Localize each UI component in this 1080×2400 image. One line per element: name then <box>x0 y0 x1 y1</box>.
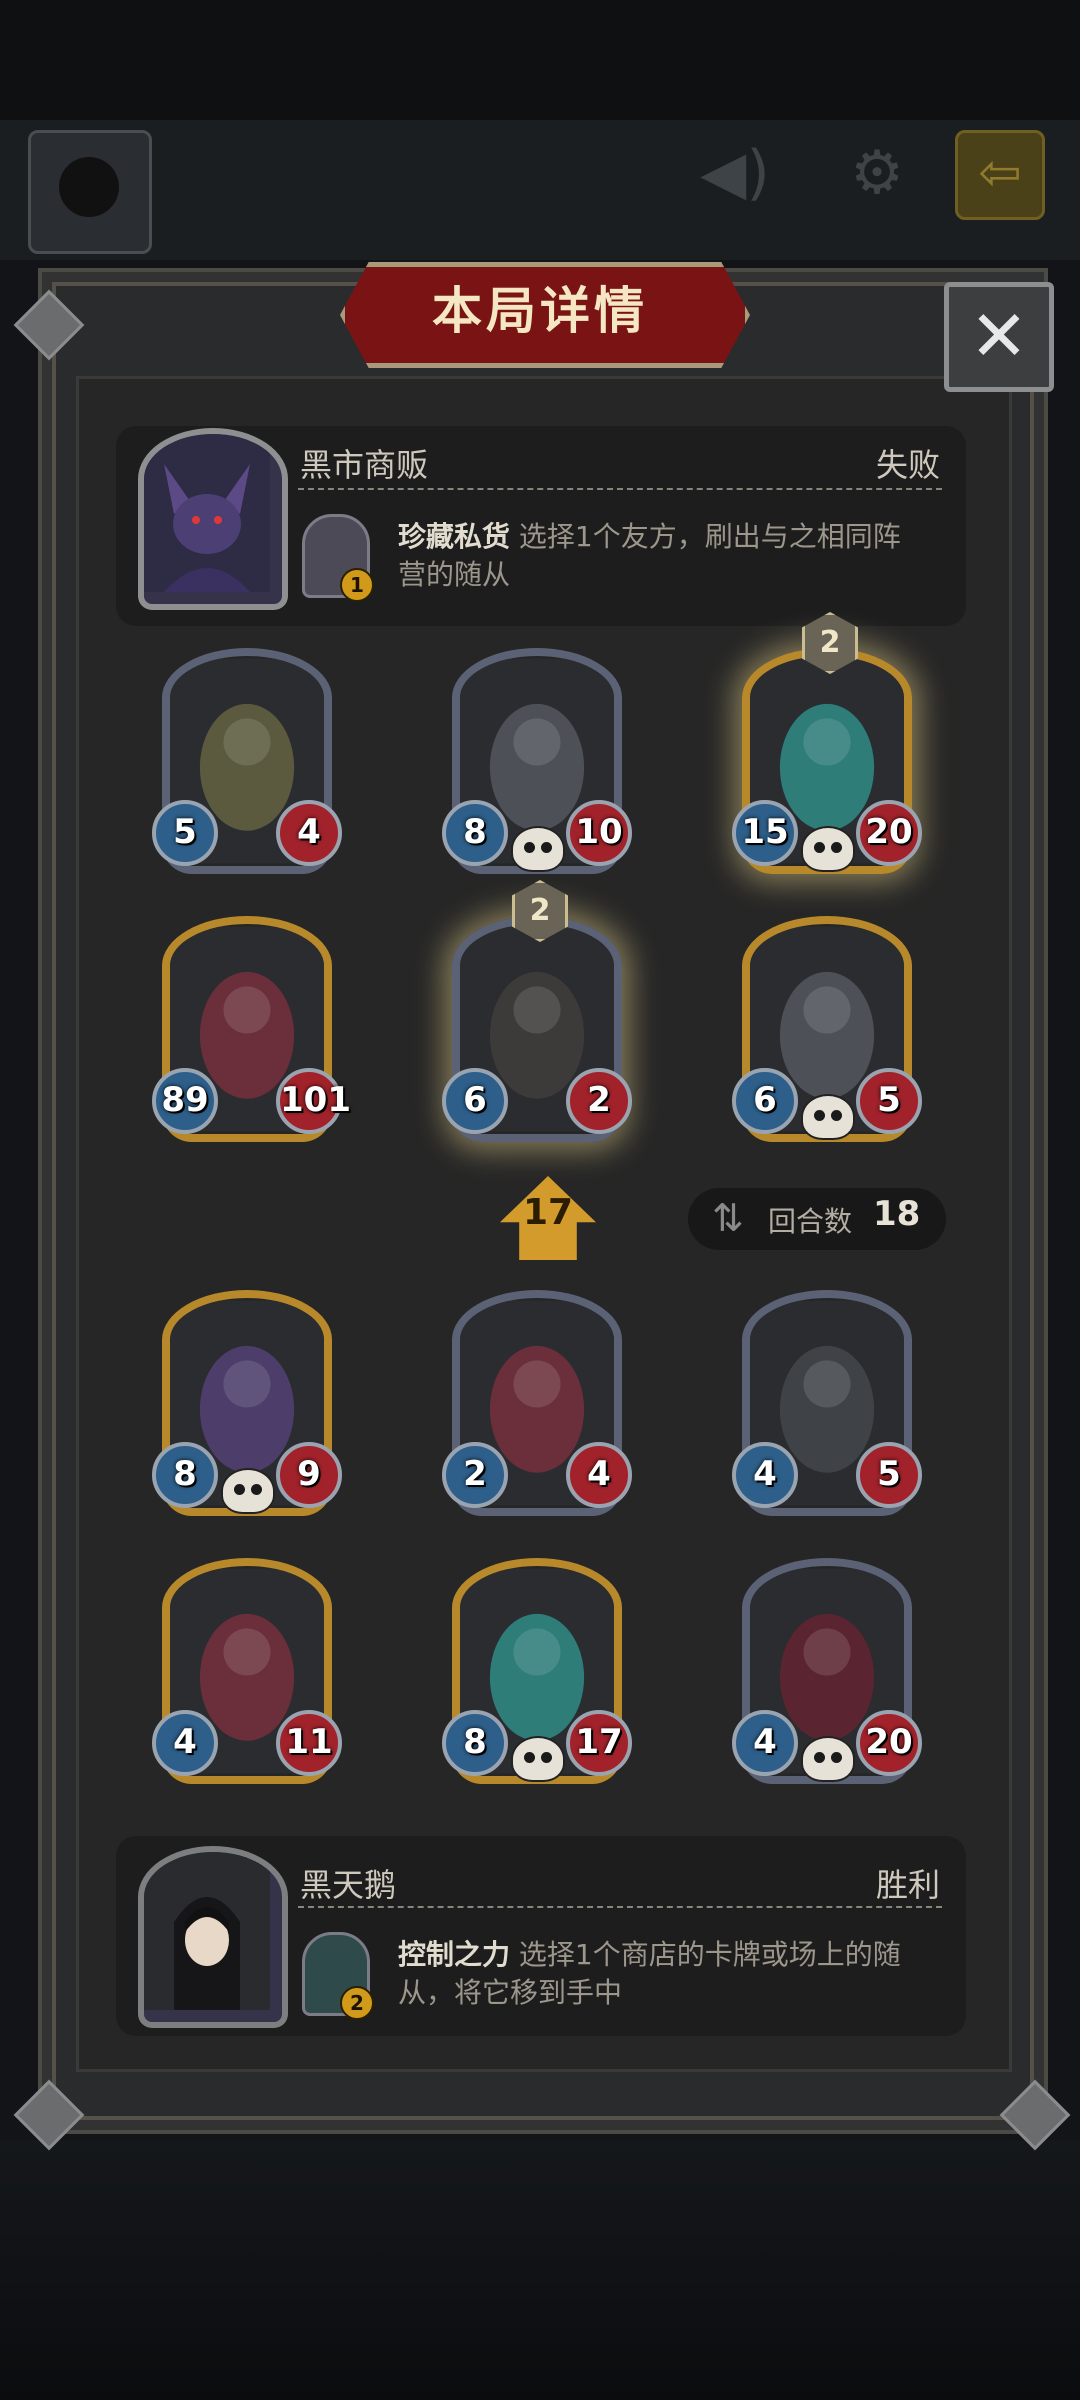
panel-title: 本局详情 <box>432 282 648 340</box>
attack-stat: 8 <box>442 800 508 866</box>
minion-card[interactable]: 8 10 <box>442 648 632 874</box>
health-stat: 17 <box>566 1710 632 1776</box>
refresh-icon: ⇅ <box>712 1196 744 1240</box>
skill-desc: 选择1个友方，刷出与之相同阵 <box>510 520 901 553</box>
exit-icon[interactable]: ⇦ <box>955 130 1045 220</box>
attack-stat: 4 <box>152 1710 218 1776</box>
health-stat: 20 <box>856 800 922 866</box>
player-name: 黑天鹅 <box>300 1866 397 1904</box>
health-stat: 5 <box>856 1442 922 1508</box>
background-floor <box>0 2140 1080 2400</box>
opponent-skill-text: 珍藏私货 选择1个友方，刷出与之相同阵 营的随从 <box>398 518 946 594</box>
deathrattle-skull-icon <box>801 1094 855 1140</box>
minion-card[interactable]: 4 11 <box>152 1558 342 1784</box>
opponent-name: 黑市商贩 <box>300 446 429 484</box>
background-top <box>0 0 1080 120</box>
attack-stat: 6 <box>732 1068 798 1134</box>
minion-card[interactable]: 45 <box>732 1290 922 1516</box>
skill-name: 控制之力 <box>398 1938 511 1971</box>
opponent-portrait <box>138 428 288 610</box>
minion-card[interactable]: 89 <box>152 1290 342 1516</box>
attack-stat: 8 <box>152 1442 218 1508</box>
attack-stat: 5 <box>152 800 218 866</box>
deathrattle-skull-icon <box>511 1736 565 1782</box>
attack-stat: 4 <box>732 1710 798 1776</box>
health-stat: 5 <box>856 1068 922 1134</box>
health-stat: 2 <box>566 1068 632 1134</box>
attack-stat: 2 <box>442 1442 508 1508</box>
attack-stat: 6 <box>442 1068 508 1134</box>
minion-card[interactable]: 2 15 20 <box>732 612 922 874</box>
skill-cost: 1 <box>340 568 374 602</box>
health-stat: 4 <box>566 1442 632 1508</box>
minion-card[interactable]: 8 17 <box>442 1558 632 1784</box>
health-stat: 4 <box>276 800 342 866</box>
minion-card[interactable]: 65 <box>732 916 922 1142</box>
player-portrait <box>138 1846 288 2028</box>
minion-card[interactable]: 4 20 <box>732 1558 922 1784</box>
health-stat: 101 <box>276 1068 351 1134</box>
deathrattle-skull-icon <box>221 1468 275 1514</box>
minion-card[interactable]: 262 <box>442 880 632 1142</box>
deathrattle-skull-icon <box>511 826 565 872</box>
attack-stat: 15 <box>732 800 798 866</box>
skill-cost: 2 <box>340 1986 374 2020</box>
health-stat: 11 <box>276 1710 342 1776</box>
deathrattle-skull-icon <box>801 826 855 872</box>
health-stat: 20 <box>856 1710 922 1776</box>
background-topbar <box>0 120 1080 260</box>
health-stat: 9 <box>276 1442 342 1508</box>
deathrattle-skull-icon <box>801 1736 855 1782</box>
attack-stat: 4 <box>732 1442 798 1508</box>
player-skill-text: 控制之力 选择1个商店的卡牌或场上的随 从，将它移到手中 <box>398 1936 946 2012</box>
tavern-tier-value: 17 <box>522 1192 574 1233</box>
skill-desc: 营的随从 <box>398 558 511 591</box>
speaker-icon[interactable]: ◀) <box>700 138 770 208</box>
player-avatar[interactable] <box>28 130 152 254</box>
skill-name: 珍藏私货 <box>398 520 511 553</box>
minion-card[interactable]: 54 <box>152 648 342 874</box>
divider <box>298 488 942 490</box>
health-stat: 10 <box>566 800 632 866</box>
round-label: 回合数 <box>768 1205 853 1238</box>
skill-desc: 从，将它移到手中 <box>398 1976 623 2009</box>
divider <box>298 1906 942 1908</box>
skill-desc: 选择1个商店的卡牌或场上的随 <box>510 1938 901 1971</box>
gear-icon[interactable]: ⚙ <box>842 138 912 208</box>
attack-stat: 8 <box>442 1710 508 1776</box>
opponent-result: 失败 <box>875 446 940 484</box>
close-button[interactable]: ✕ <box>944 282 1054 392</box>
minion-card[interactable]: 24 <box>442 1290 632 1516</box>
minion-card[interactable]: 89 101 <box>152 916 351 1142</box>
round-value: 18 <box>873 1194 921 1234</box>
player-result: 胜利 <box>875 1866 940 1904</box>
attack-stat: 89 <box>152 1068 218 1134</box>
